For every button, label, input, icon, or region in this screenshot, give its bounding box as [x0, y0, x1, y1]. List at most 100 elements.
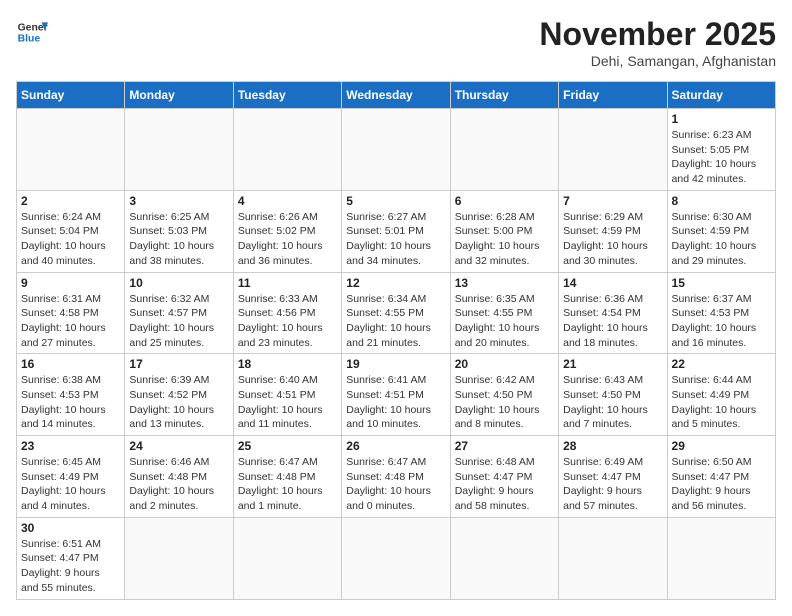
day-number: 26 [346, 439, 445, 453]
day-number: 5 [346, 194, 445, 208]
day-cell: 20Sunrise: 6:42 AM Sunset: 4:50 PM Dayli… [450, 354, 558, 436]
day-number: 14 [563, 276, 662, 290]
day-cell: 21 Sunrise: 6:43 AM Sunset: 4:50 PM Dayli… [559, 354, 667, 436]
day-number: 9 [21, 276, 120, 290]
day-cell [559, 109, 667, 191]
day-cell: 3 Sunrise: 6:25 AM Sunset: 5:03 PM Daylig… [125, 190, 233, 272]
day-info: Sunrise: 6:34 AM Sunset: 4:55 PM Dayligh… [346, 292, 445, 351]
week-row-3: 9 Sunrise: 6:31 AM Sunset: 4:58 PM Daylig… [17, 272, 776, 354]
day-number: 6 [455, 194, 554, 208]
day-cell [450, 109, 558, 191]
day-number: 10 [129, 276, 228, 290]
day-cell: 26 Sunrise: 6:47 AM Sunset: 4:48 PM Dayli… [342, 436, 450, 518]
day-info: Sunrise: 6:36 AM Sunset: 4:54 PM Dayligh… [563, 292, 662, 351]
day-cell: 22Sunrise: 6:44 AM Sunset: 4:49 PM Dayli… [667, 354, 775, 436]
day-cell [450, 517, 558, 599]
day-number: 15 [672, 276, 771, 290]
day-cell: 12 Sunrise: 6:34 AM Sunset: 4:55 PM Dayli… [342, 272, 450, 354]
day-number: 11 [238, 276, 337, 290]
day-number: 7 [563, 194, 662, 208]
day-cell: 2 Sunrise: 6:24 AM Sunset: 5:04 PM Daylig… [17, 190, 125, 272]
logo: General Blue [16, 16, 48, 48]
day-number: 2 [21, 194, 120, 208]
day-info: Sunrise: 6:32 AM Sunset: 4:57 PM Dayligh… [129, 292, 228, 351]
weekday-header-monday: Monday [125, 82, 233, 109]
weekday-header-wednesday: Wednesday [342, 82, 450, 109]
day-info: Sunrise: 6:35 AM Sunset: 4:55 PM Dayligh… [455, 292, 554, 351]
day-cell [125, 517, 233, 599]
title-block: November 2025 Dehi, Samangan, Afghanista… [539, 16, 776, 69]
header: General Blue November 2025 Dehi, Samanga… [16, 16, 776, 69]
day-info: Sunrise: 6:30 AM Sunset: 4:59 PM Dayligh… [672, 210, 771, 269]
week-row-4: 16 Sunrise: 6:38 AM Sunset: 4:53 PM Dayli… [17, 354, 776, 436]
weekday-header-saturday: Saturday [667, 82, 775, 109]
day-info: Sunrise: 6:24 AM Sunset: 5:04 PM Dayligh… [21, 210, 120, 269]
day-number: 8 [672, 194, 771, 208]
day-info: Sunrise: 6:28 AM Sunset: 5:00 PM Dayligh… [455, 210, 554, 269]
day-info: Sunrise: 6:25 AM Sunset: 5:03 PM Dayligh… [129, 210, 228, 269]
day-cell [559, 517, 667, 599]
day-info: Sunrise: 6:33 AM Sunset: 4:56 PM Dayligh… [238, 292, 337, 351]
day-info: Sunrise: 6:27 AM Sunset: 5:01 PM Dayligh… [346, 210, 445, 269]
logo-icon: General Blue [16, 16, 48, 48]
day-cell: 19 Sunrise: 6:41 AM Sunset: 4:51 PM Dayli… [342, 354, 450, 436]
day-info: Sunrise: 6:50 AM Sunset: 4:47 PM Dayligh… [672, 455, 771, 514]
day-info: Sunrise: 6:38 AM Sunset: 4:53 PM Dayligh… [21, 373, 120, 432]
day-info: Sunrise: 6:37 AM Sunset: 4:53 PM Dayligh… [672, 292, 771, 351]
day-cell: 7Sunrise: 6:29 AM Sunset: 4:59 PM Daylig… [559, 190, 667, 272]
day-cell: 5 Sunrise: 6:27 AM Sunset: 5:01 PM Daylig… [342, 190, 450, 272]
day-cell: 23Sunrise: 6:45 AM Sunset: 4:49 PM Dayli… [17, 436, 125, 518]
day-info: Sunrise: 6:44 AM Sunset: 4:49 PM Dayligh… [672, 373, 771, 432]
weekday-header-friday: Friday [559, 82, 667, 109]
day-cell [233, 517, 341, 599]
day-info: Sunrise: 6:46 AM Sunset: 4:48 PM Dayligh… [129, 455, 228, 514]
day-number: 24 [129, 439, 228, 453]
day-number: 21 [563, 357, 662, 371]
day-info: Sunrise: 6:49 AM Sunset: 4:47 PM Dayligh… [563, 455, 662, 514]
week-row-6: 30Sunrise: 6:51 AM Sunset: 4:47 PM Dayli… [17, 517, 776, 599]
day-number: 18 [238, 357, 337, 371]
day-cell [342, 109, 450, 191]
day-number: 1 [672, 112, 771, 126]
day-cell: 6 Sunrise: 6:28 AM Sunset: 5:00 PM Daylig… [450, 190, 558, 272]
day-info: Sunrise: 6:43 AM Sunset: 4:50 PM Dayligh… [563, 373, 662, 432]
day-number: 27 [455, 439, 554, 453]
day-cell: 16 Sunrise: 6:38 AM Sunset: 4:53 PM Dayli… [17, 354, 125, 436]
day-info: Sunrise: 6:41 AM Sunset: 4:51 PM Dayligh… [346, 373, 445, 432]
day-number: 12 [346, 276, 445, 290]
svg-text:Blue: Blue [18, 34, 41, 45]
day-number: 4 [238, 194, 337, 208]
day-number: 29 [672, 439, 771, 453]
day-info: Sunrise: 6:26 AM Sunset: 5:02 PM Dayligh… [238, 210, 337, 269]
day-number: 17 [129, 357, 228, 371]
day-number: 16 [21, 357, 120, 371]
day-cell: 18Sunrise: 6:40 AM Sunset: 4:51 PM Dayli… [233, 354, 341, 436]
day-info: Sunrise: 6:31 AM Sunset: 4:58 PM Dayligh… [21, 292, 120, 351]
day-cell: 10 Sunrise: 6:32 AM Sunset: 4:57 PM Dayli… [125, 272, 233, 354]
day-cell: 13 Sunrise: 6:35 AM Sunset: 4:55 PM Dayli… [450, 272, 558, 354]
day-number: 25 [238, 439, 337, 453]
day-info: Sunrise: 6:47 AM Sunset: 4:48 PM Dayligh… [346, 455, 445, 514]
day-cell [342, 517, 450, 599]
day-cell: 29 Sunrise: 6:50 AM Sunset: 4:47 PM Dayli… [667, 436, 775, 518]
day-cell: 28Sunrise: 6:49 AM Sunset: 4:47 PM Dayli… [559, 436, 667, 518]
day-cell: 15 Sunrise: 6:37 AM Sunset: 4:53 PM Dayli… [667, 272, 775, 354]
day-number: 13 [455, 276, 554, 290]
weekday-header-row: SundayMondayTuesdayWednesdayThursdayFrid… [17, 82, 776, 109]
month-title: November 2025 [539, 16, 776, 53]
day-number: 20 [455, 357, 554, 371]
week-row-5: 23Sunrise: 6:45 AM Sunset: 4:49 PM Dayli… [17, 436, 776, 518]
day-number: 3 [129, 194, 228, 208]
day-cell: 27Sunrise: 6:48 AM Sunset: 4:47 PM Dayli… [450, 436, 558, 518]
location-title: Dehi, Samangan, Afghanistan [539, 53, 776, 69]
day-cell: 24 Sunrise: 6:46 AM Sunset: 4:48 PM Dayli… [125, 436, 233, 518]
weekday-header-sunday: Sunday [17, 82, 125, 109]
day-cell: 25Sunrise: 6:47 AM Sunset: 4:48 PM Dayli… [233, 436, 341, 518]
day-cell [667, 517, 775, 599]
week-row-2: 2 Sunrise: 6:24 AM Sunset: 5:04 PM Daylig… [17, 190, 776, 272]
day-number: 23 [21, 439, 120, 453]
day-cell: 14 Sunrise: 6:36 AM Sunset: 4:54 PM Dayli… [559, 272, 667, 354]
weekday-header-tuesday: Tuesday [233, 82, 341, 109]
day-cell [17, 109, 125, 191]
day-number: 19 [346, 357, 445, 371]
